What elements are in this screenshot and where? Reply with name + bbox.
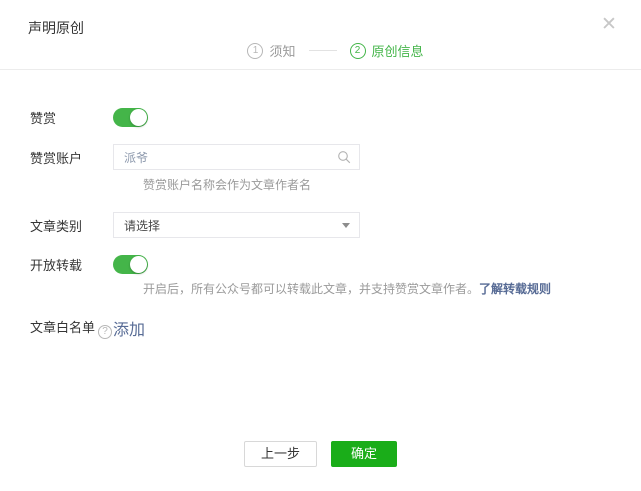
step-connector [309,50,337,51]
category-row: 文章类别 请选择 [30,212,641,238]
category-select[interactable]: 请选择 [113,212,360,238]
reward-account-row: 赞赏账户 [30,144,641,170]
open-repost-label: 开放转载 [30,255,113,274]
step-1-label: 须知 [269,41,295,60]
open-repost-row: 开放转载 [30,255,641,274]
step-1-circle: 1 [247,43,263,59]
open-repost-helper-text: 开启后，所有公众号都可以转载此文章，并支持赞赏文章作者。 [143,282,479,296]
step-2-original-info: 2 原创信息 [350,41,424,60]
help-icon[interactable]: ? [98,325,112,339]
reward-label: 赞赏 [30,108,113,127]
toggle-knob [130,256,147,273]
chevron-down-icon [342,223,350,228]
repost-rules-link[interactable]: 了解转载规则 [479,282,551,296]
search-icon [337,150,351,164]
original-info-form: 赞赏 赞赏账户 赞赏账户名称会作为文章作者名 文章类别 [0,108,641,340]
whitelist-label: 文章白名单? [30,317,113,339]
step-1-notice: 1 须知 [247,41,295,60]
reward-account-input[interactable] [113,144,360,170]
category-selected-value: 请选择 [124,217,160,234]
declare-original-dialog: 声明原创 ✕ 1 须知 2 原创信息 赞赏 赞赏账户 [0,0,641,491]
whitelist-label-text: 文章白名单 [30,320,95,335]
whitelist-add-link[interactable]: 添加 [113,322,145,339]
whitelist-row: 文章白名单? 添加 [30,316,641,340]
category-label: 文章类别 [30,216,113,235]
reward-account-helper: 赞赏账户名称会作为文章作者名 [143,177,641,193]
step-2-circle: 2 [350,43,366,59]
confirm-button[interactable]: 确定 [331,441,397,467]
dialog-header: 声明原创 ✕ 1 须知 2 原创信息 [0,0,641,70]
close-icon[interactable]: ✕ [597,12,621,36]
open-repost-helper: 开启后，所有公众号都可以转载此文章，并支持赞赏文章作者。了解转载规则 [143,281,641,297]
step-indicator: 1 须知 2 原创信息 [15,41,641,60]
reward-account-label: 赞赏账户 [30,148,113,167]
toggle-knob [130,109,147,126]
open-repost-toggle[interactable] [113,255,148,274]
dialog-title: 声明原创 [28,18,84,38]
dialog-footer: 上一步 确定 [0,441,641,467]
reward-row: 赞赏 [30,108,641,127]
step-2-label: 原创信息 [372,41,424,60]
reward-toggle[interactable] [113,108,148,127]
back-button[interactable]: 上一步 [244,441,317,467]
